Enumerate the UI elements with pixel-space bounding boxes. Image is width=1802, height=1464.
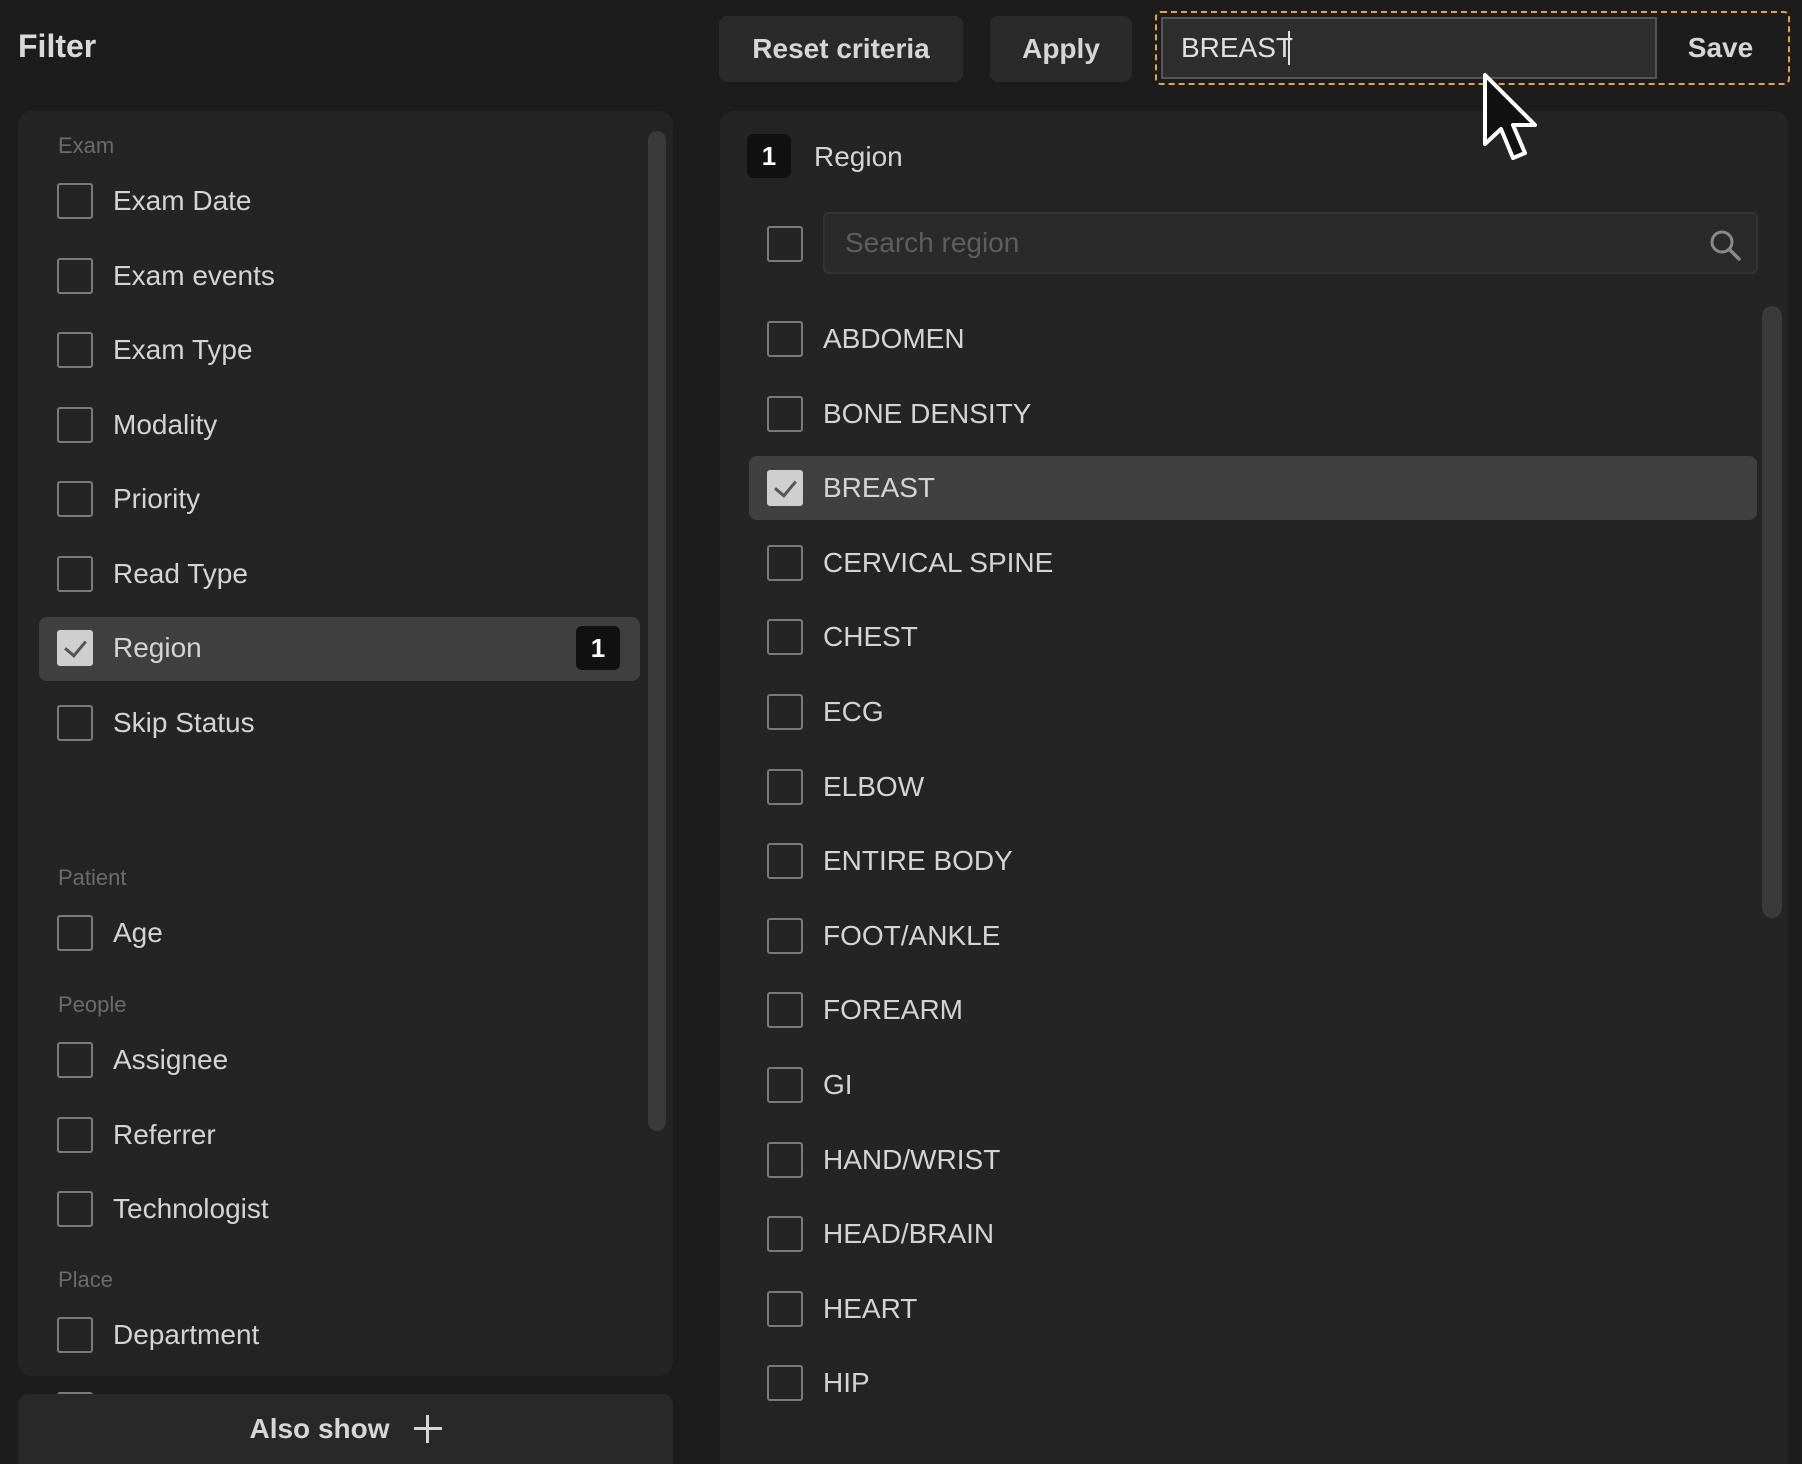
checkbox-breast[interactable] [767,470,803,507]
checkbox-bone-density[interactable] [767,395,803,432]
checkbox-exam-events[interactable] [57,257,93,294]
mouse-cursor-icon [1483,73,1537,160]
section-label-exam: Exam [58,133,115,158]
category-department[interactable]: Department [113,1319,259,1351]
region-count-badge: 1 [747,134,791,178]
checkbox-referrer[interactable] [57,1116,93,1153]
region-option-cervical-spine[interactable]: CERVICAL SPINE [823,547,1053,579]
checkbox-age[interactable] [57,915,93,951]
also-show-button[interactable]: Also show [18,1394,673,1464]
region-option-gi[interactable]: GI [823,1069,853,1101]
region-option-ecg[interactable]: ECG [823,696,884,728]
left-scrollbar[interactable] [648,131,666,1131]
select-all-checkbox[interactable] [767,226,803,262]
checkbox-forearm[interactable] [767,992,803,1029]
category-region[interactable]: Region [113,632,202,664]
also-show-label: Also show [249,1413,390,1444]
preset-name-input[interactable] [1161,17,1657,79]
checkbox-department[interactable] [57,1317,93,1353]
region-option-chest[interactable]: CHEST [823,621,918,653]
region-option-abdomen[interactable]: ABDOMEN [823,323,965,355]
category-referrer[interactable]: Referrer [113,1119,216,1151]
filter-title: Filter [18,28,97,64]
region-option-forearm[interactable]: FOREARM [823,994,963,1026]
region-option-foot-ankle[interactable]: FOOT/ANKLE [823,920,1000,952]
save-preset-group: Save [1155,11,1790,85]
section-label-people: People [58,992,127,1017]
region-options-panel: 1 Region ABDOMEN BONE DENSITY BREAST CERVIC… [720,111,1788,1464]
checkbox-heart[interactable] [767,1290,803,1327]
checkbox-hip[interactable] [767,1365,803,1402]
checkbox-entire-body[interactable] [767,843,803,880]
section-label-patient: Patient [58,865,127,890]
text-caret [1288,31,1290,65]
checkbox-exam-type[interactable] [57,332,93,368]
checkbox-skip-status[interactable] [57,704,93,741]
region-option-hand-wrist[interactable]: HAND/WRIST [823,1144,1000,1176]
plus-icon [413,1415,442,1443]
search-region-input[interactable] [825,214,1685,272]
checkbox-read-type[interactable] [57,555,93,592]
region-option-breast[interactable]: BREAST [823,472,935,504]
region-option-entire-body[interactable]: ENTIRE BODY [823,845,1013,877]
checkbox-foot-ankle[interactable] [767,917,803,954]
reset-criteria-button[interactable]: Reset criteria [719,16,963,82]
region-option-bone-density[interactable]: BONE DENSITY [823,398,1031,430]
category-modality[interactable]: Modality [113,409,217,441]
right-scrollbar[interactable] [1762,306,1782,918]
save-button[interactable]: Save [1657,17,1784,79]
region-option-heart[interactable]: HEART [823,1293,917,1325]
checkbox-head-brain[interactable] [767,1216,803,1253]
category-exam-date[interactable]: Exam Date [113,185,252,217]
checkbox-hand-wrist[interactable] [767,1141,803,1178]
checkbox-gi[interactable] [767,1067,803,1103]
checkbox-region[interactable] [57,630,93,666]
checkbox-elbow[interactable] [767,768,803,805]
category-read-type[interactable]: Read Type [113,558,248,590]
search-region-box [823,212,1758,274]
checkbox-chest[interactable] [767,619,803,656]
checkbox-abdomen[interactable] [767,321,803,357]
count-badge-region: 1 [576,626,620,670]
category-exam-events[interactable]: Exam events [113,260,275,292]
search-icon[interactable] [1708,228,1742,262]
category-priority[interactable]: Priority [113,483,200,515]
section-label-place: Place [58,1267,114,1292]
region-panel-title: Region [814,141,903,172]
region-option-elbow[interactable]: ELBOW [823,771,924,803]
region-option-head-brain[interactable]: HEAD/BRAIN [823,1218,994,1250]
checkbox-technologist[interactable] [57,1191,93,1227]
category-assignee[interactable]: Assignee [113,1044,228,1076]
category-skip-status[interactable]: Skip Status [113,707,255,739]
region-option-hip[interactable]: HIP [823,1367,870,1399]
checkbox-assignee[interactable] [57,1042,93,1078]
checkbox-exam-date[interactable] [57,183,93,219]
apply-button[interactable]: Apply [990,16,1132,82]
filter-categories-panel: Exam Exam Date Exam events Exam Type Modalit… [18,111,673,1428]
checkbox-cervical-spine[interactable] [767,544,803,581]
category-age[interactable]: Age [113,917,163,949]
checkbox-priority[interactable] [57,481,93,517]
category-technologist[interactable]: Technologist [113,1193,269,1225]
checkbox-modality[interactable] [57,406,93,443]
checkbox-ecg[interactable] [767,694,803,730]
category-exam-type[interactable]: Exam Type [113,334,253,366]
